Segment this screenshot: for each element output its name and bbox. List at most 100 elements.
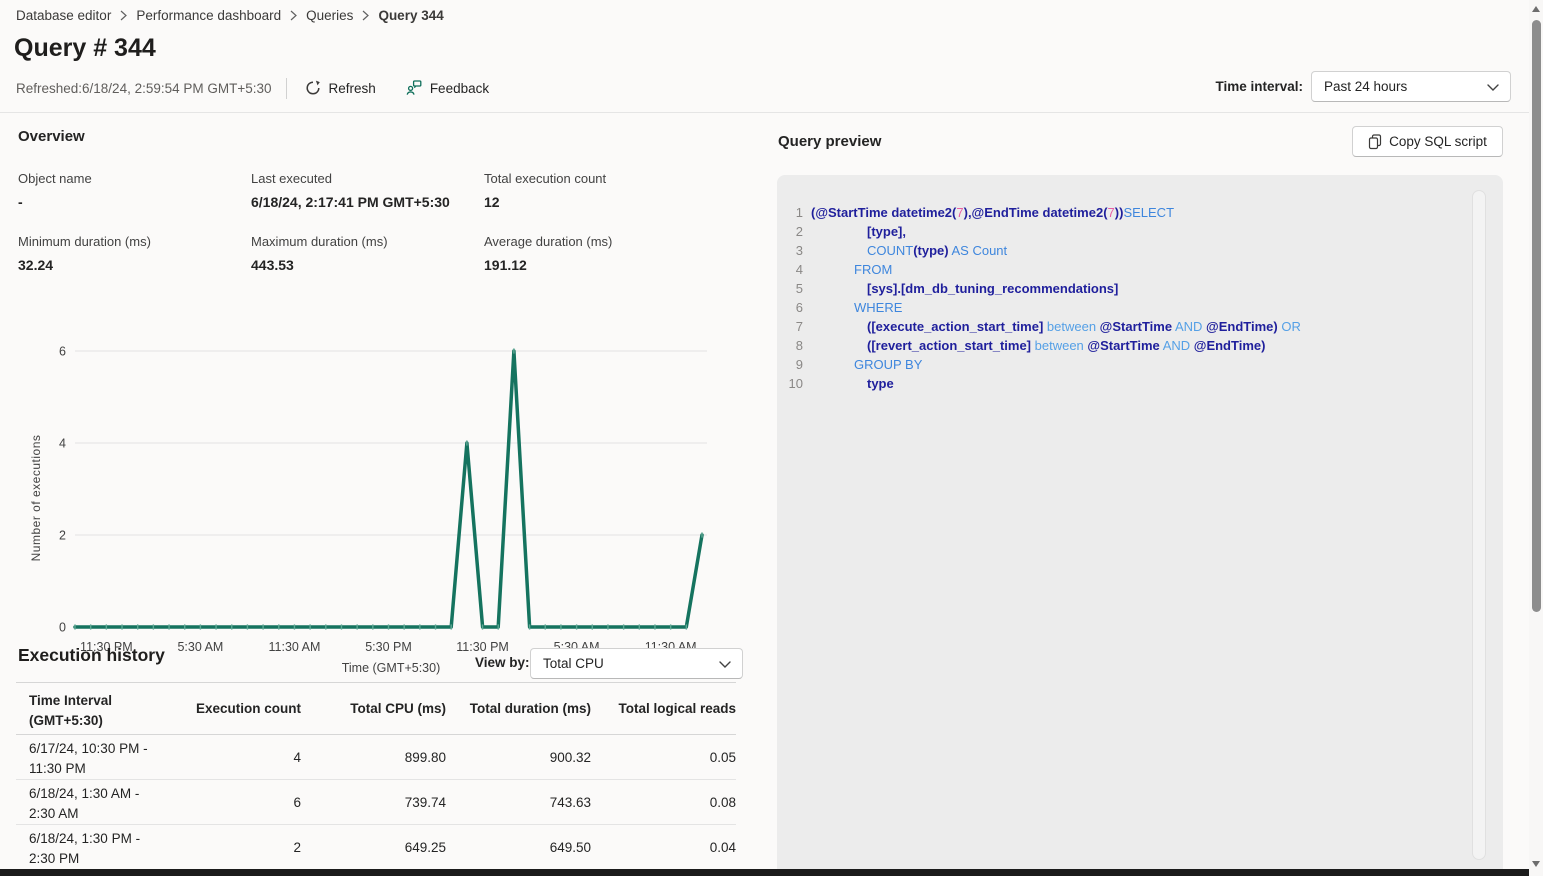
refreshed-timestamp: Refreshed:6/18/24, 2:59:54 PM GMT+5:30 bbox=[16, 81, 272, 96]
vertical-divider bbox=[286, 78, 287, 99]
time-interval-control: Time interval: Past 24 hours bbox=[1215, 71, 1511, 102]
execution-history-heading: Execution history bbox=[18, 645, 165, 666]
table-header-cell: Total logical reads bbox=[591, 683, 736, 734]
sql-line: 7([execute_action_start_time] between @S… bbox=[777, 317, 1503, 336]
table-body: 6/17/24, 10:30 PM -11:30 PM4899.80900.32… bbox=[16, 735, 736, 870]
x-tick-label: 5:30 AM bbox=[177, 640, 223, 654]
cell-time-interval: 6/18/24, 1:30 AM -2:30 AM bbox=[16, 780, 192, 824]
sql-code-text: COUNT(type) AS Count bbox=[811, 241, 1007, 260]
y-tick-label: 0 bbox=[59, 621, 66, 635]
feedback-label: Feedback bbox=[430, 81, 489, 96]
sql-token: AS Count bbox=[949, 243, 1008, 258]
stat-label: Average duration (ms) bbox=[484, 234, 717, 249]
sql-line-number: 1 bbox=[777, 203, 803, 222]
sql-code-text: WHERE bbox=[811, 298, 902, 317]
time-interval-dropdown[interactable]: Past 24 hours bbox=[1311, 71, 1511, 102]
cell-total-cpu: 649.25 bbox=[301, 825, 446, 869]
cell-total-logical-reads: 0.05 bbox=[591, 735, 736, 779]
breadcrumb-item[interactable]: Queries bbox=[306, 8, 353, 23]
x-axis-label: Time (GMT+5:30) bbox=[342, 661, 441, 675]
sql-token: (type) bbox=[913, 243, 948, 258]
cell-total-logical-reads: 0.08 bbox=[591, 780, 736, 824]
sql-line-number: 8 bbox=[777, 336, 803, 355]
table-row: 6/18/24, 1:30 AM -2:30 AM6739.74743.630.… bbox=[16, 780, 736, 825]
cell-execution-count: 2 bbox=[192, 825, 301, 869]
window-scrollbar[interactable] bbox=[1529, 0, 1543, 876]
copy-icon bbox=[1368, 134, 1382, 150]
sql-line: 3COUNT(type) AS Count bbox=[777, 241, 1503, 260]
sql-token: 7 bbox=[1108, 205, 1115, 220]
refresh-button[interactable]: Refresh bbox=[305, 80, 376, 96]
feedback-button[interactable]: Feedback bbox=[406, 80, 489, 96]
sql-token: type bbox=[867, 376, 894, 391]
overview-stat: Average duration (ms) 191.12 bbox=[484, 234, 717, 273]
sql-token: ([revert_action_start_time] bbox=[867, 338, 1031, 353]
interval-line: 2:30 AM bbox=[29, 804, 192, 824]
cell-total-cpu: 739.74 bbox=[301, 780, 446, 824]
cell-time-interval: 6/18/24, 1:30 PM -2:30 PM bbox=[16, 825, 192, 869]
feedback-icon bbox=[406, 80, 422, 96]
execution-history-table: Time Interval(GMT+5:30)Execution countTo… bbox=[16, 682, 736, 870]
scrollbar-thumb[interactable] bbox=[1532, 20, 1541, 612]
sql-code-text: (@StartTime datetime2(7),@EndTime dateti… bbox=[811, 203, 1174, 222]
query-preview-heading: Query preview bbox=[778, 133, 881, 150]
header-line: Time Interval bbox=[29, 691, 192, 711]
page-title: Query # 344 bbox=[14, 34, 156, 63]
stat-value: 191.12 bbox=[484, 257, 717, 273]
sql-code-text: [sys].[dm_db_tuning_recommendations] bbox=[811, 279, 1118, 298]
sql-token: between bbox=[1043, 319, 1099, 334]
sql-token: ),@EndTime datetime2( bbox=[964, 205, 1108, 220]
chevron-down-icon bbox=[719, 661, 731, 668]
stat-label: Total execution count bbox=[484, 171, 717, 186]
stat-value: 6/18/24, 2:17:41 PM GMT+5:30 bbox=[251, 194, 484, 210]
interval-line: 6/18/24, 1:30 PM - bbox=[29, 829, 192, 849]
copy-sql-script-label: Copy SQL script bbox=[1389, 134, 1487, 149]
sql-code-text: [type], bbox=[811, 222, 906, 241]
sql-line-number: 10 bbox=[777, 374, 803, 393]
cell-total-logical-reads: 0.04 bbox=[591, 825, 736, 869]
breadcrumb-item[interactable]: Database editor bbox=[16, 8, 111, 23]
sql-code-text: FROM bbox=[811, 260, 892, 279]
stat-label: Maximum duration (ms) bbox=[251, 234, 484, 249]
code-scrollbar-thumb[interactable] bbox=[1472, 190, 1486, 860]
stat-label: Minimum duration (ms) bbox=[18, 234, 251, 249]
sql-code-text: type bbox=[811, 374, 894, 393]
time-interval-value: Past 24 hours bbox=[1324, 79, 1407, 94]
copy-sql-script-button[interactable]: Copy SQL script bbox=[1352, 126, 1503, 157]
sql-token: 7 bbox=[956, 205, 963, 220]
stat-value: 443.53 bbox=[251, 257, 484, 273]
overview-stat: Last executed6/18/24, 2:17:41 PM GMT+5:3… bbox=[251, 171, 484, 210]
sql-line-number: 6 bbox=[777, 298, 803, 317]
sql-line: 10 type bbox=[777, 374, 1503, 393]
cell-total-duration: 900.32 bbox=[446, 735, 591, 779]
scrollbar-up-arrow-icon[interactable] bbox=[1532, 6, 1540, 12]
breadcrumb-item[interactable]: Performance dashboard bbox=[136, 8, 281, 23]
breadcrumb-separator-icon bbox=[362, 10, 369, 21]
x-tick-label: 5:30 PM bbox=[365, 640, 412, 654]
refresh-icon bbox=[305, 80, 321, 96]
sql-line-number: 2 bbox=[777, 222, 803, 241]
overview-stat: Total execution count12 bbox=[484, 171, 717, 210]
sql-line: 4FROM bbox=[777, 260, 1503, 279]
cell-total-duration: 743.63 bbox=[446, 780, 591, 824]
sql-code-text: ([revert_action_start_time] between @Sta… bbox=[811, 336, 1265, 355]
sql-line-number: 7 bbox=[777, 317, 803, 336]
table-header-cell: Execution count bbox=[192, 683, 301, 734]
sql-token: [sys].[dm_db_tuning_recommendations] bbox=[867, 281, 1118, 296]
breadcrumb-item[interactable]: Query 344 bbox=[378, 8, 443, 23]
sql-line: 9GROUP BY bbox=[777, 355, 1503, 374]
sql-code-block: 1 (@StartTime datetime2(7),@EndTime datet… bbox=[777, 175, 1503, 876]
sql-token: AND bbox=[1172, 319, 1206, 334]
header-divider bbox=[0, 112, 1529, 113]
x-tick-label: 11:30 PM bbox=[456, 640, 509, 654]
stat-label: Object name bbox=[18, 171, 251, 186]
view-by-dropdown[interactable]: Total CPU bbox=[530, 648, 743, 679]
sql-token: AND bbox=[1160, 338, 1194, 353]
scrollbar-down-arrow-icon[interactable] bbox=[1532, 861, 1540, 867]
sql-line: 5[sys].[dm_db_tuning_recommendations] bbox=[777, 279, 1503, 298]
sql-token: @StartTime bbox=[1087, 338, 1159, 353]
table-header-cell: Total duration (ms) bbox=[446, 683, 591, 734]
sql-token: GROUP BY bbox=[854, 357, 922, 372]
sql-token: @EndTime) bbox=[1206, 319, 1278, 334]
sql-line: 1 (@StartTime datetime2(7),@EndTime datet… bbox=[777, 203, 1503, 222]
